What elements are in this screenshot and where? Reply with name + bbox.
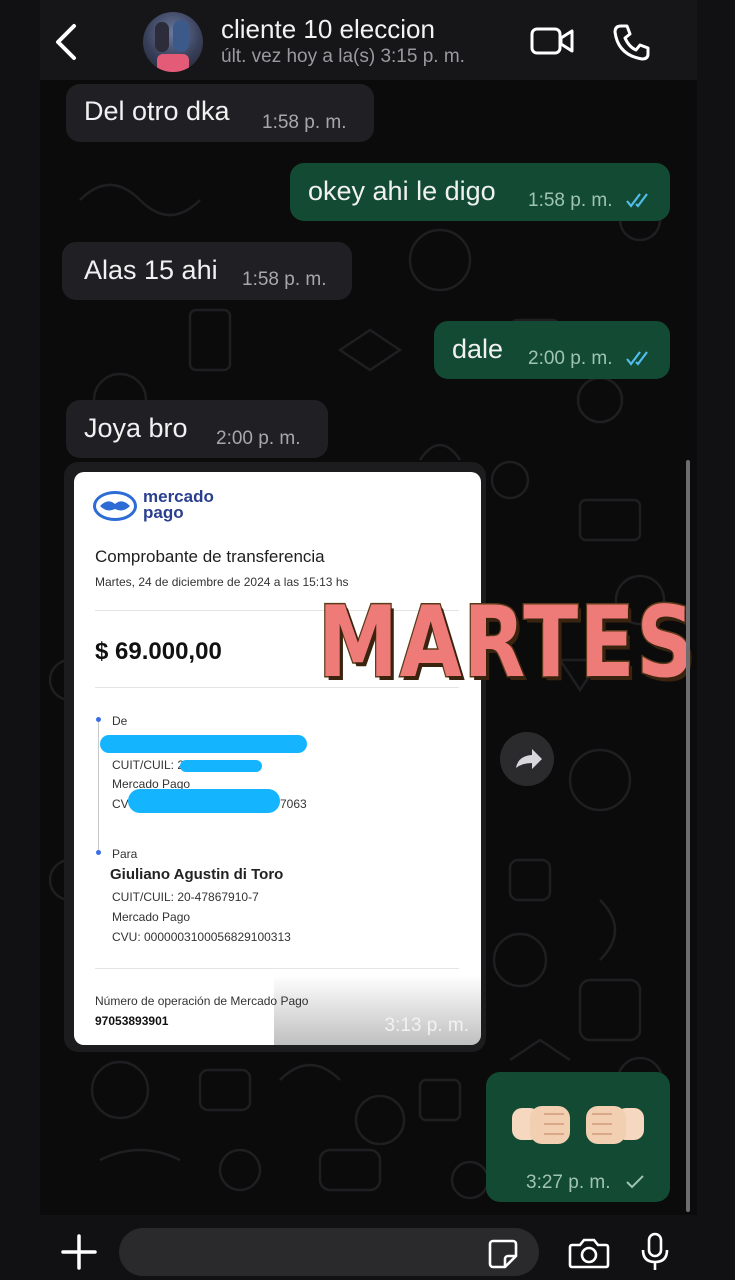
camera-icon[interactable] — [568, 1236, 610, 1270]
redaction-mark — [180, 760, 262, 772]
last-seen-status: últ. vez hoy a la(s) 3:15 p. m. — [221, 46, 465, 67]
receipt-title: Comprobante de transferencia — [95, 547, 325, 566]
mercado-pago-wordmark: mercado pago — [143, 487, 214, 522]
fist-right-emoji-icon — [586, 1106, 644, 1144]
message-time: 3:13 p. m. — [384, 1015, 470, 1036]
recipient-cvu: CVU: 0000003100056829100313 — [112, 930, 291, 944]
incoming-message[interactable]: Joya bro 2:00 p. m. — [66, 400, 328, 458]
back-arrow-icon[interactable] — [50, 22, 82, 62]
incoming-message[interactable]: Alas 15 ahi 1:58 p. m. — [62, 242, 352, 300]
read-receipt-icon — [626, 193, 648, 208]
phone-call-icon[interactable] — [612, 22, 652, 62]
transfer-receipt-image[interactable]: mercado pago Comprobante de transferenci… — [74, 472, 481, 1045]
message-text: Joya bro — [84, 413, 188, 443]
microphone-icon[interactable] — [640, 1232, 670, 1272]
message-input[interactable] — [119, 1228, 539, 1276]
message-time: 2:00 p. m. — [216, 428, 301, 449]
divider — [95, 968, 459, 969]
plus-icon[interactable] — [60, 1233, 98, 1271]
read-receipt-icon — [626, 351, 648, 366]
from-label: De — [112, 714, 128, 728]
video-call-icon[interactable] — [530, 26, 574, 56]
message-time: 2:00 p. m. — [528, 348, 613, 369]
from-cvu-suffix: 7063 — [280, 797, 307, 811]
from-cvu-prefix: CV — [112, 797, 129, 811]
receipt-date: Martes, 24 de diciembre de 2024 a las 15… — [95, 575, 349, 589]
contact-avatar[interactable] — [143, 12, 203, 72]
recipient-cuit: CUIT/CUIL: 20-47867910-7 — [112, 890, 259, 904]
message-text: Alas 15 ahi — [84, 255, 218, 285]
forward-button[interactable] — [500, 732, 554, 786]
receipt-amount: $ 69.000,00 — [95, 638, 222, 665]
recipient-name: Giuliano Agustin di Toro — [110, 866, 284, 883]
incoming-message[interactable]: Del otro dka 1:58 p. m. — [66, 84, 374, 142]
timeline-dot — [96, 850, 101, 855]
message-text: okey ahi le digo — [308, 176, 496, 206]
timeline-dot — [96, 717, 101, 722]
message-time: 1:58 p. m. — [262, 112, 347, 133]
message-time: 1:58 p. m. — [242, 269, 327, 290]
forward-arrow-icon — [516, 749, 542, 769]
to-label: Para — [112, 847, 138, 861]
redaction-mark — [128, 789, 280, 813]
message-text: Del otro dka — [84, 96, 230, 126]
message-time: 3:27 p. m. — [526, 1172, 611, 1193]
message-time: 1:58 p. m. — [528, 190, 613, 211]
fist-left-emoji-icon — [512, 1106, 570, 1144]
contact-name[interactable]: cliente 10 eleccion — [221, 14, 435, 45]
recipient-bank: Mercado Pago — [112, 910, 191, 924]
outgoing-message[interactable]: dale 2:00 p. m. — [434, 321, 670, 379]
operation-number: 97053893901 — [95, 1014, 169, 1028]
chat-scrollbar[interactable] — [686, 460, 690, 1212]
message-text: dale — [452, 334, 504, 364]
overlay-text: MARTES — [317, 585, 696, 702]
mercado-pago-logo-icon — [93, 491, 137, 521]
sticker-icon[interactable] — [487, 1238, 519, 1270]
timeline-line — [98, 718, 99, 853]
outgoing-message[interactable]: okey ahi le digo 1:58 p. m. — [290, 163, 670, 221]
sent-tick-icon — [626, 1175, 644, 1189]
redaction-mark — [100, 735, 307, 753]
